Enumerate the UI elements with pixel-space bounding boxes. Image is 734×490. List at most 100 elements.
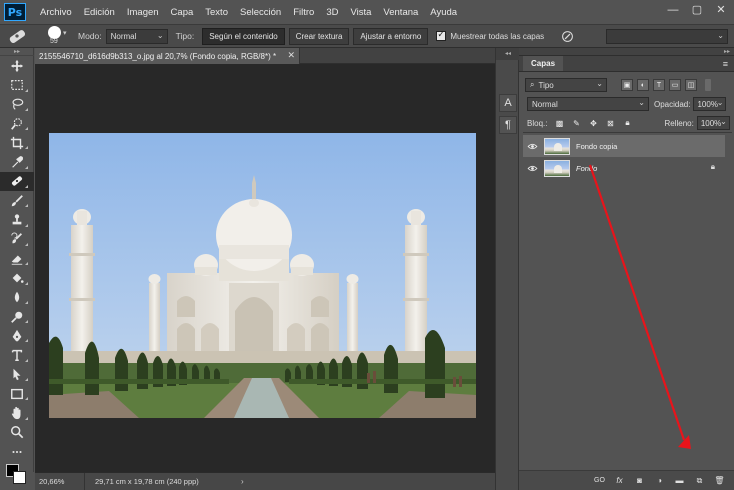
menu-archivo[interactable]: Archivo: [34, 7, 78, 18]
filter-smart-object-icon[interactable]: ◫: [685, 79, 697, 91]
brush-size-value: 59: [50, 38, 58, 45]
chevron-right-icon[interactable]: ›: [241, 477, 244, 486]
visibility-toggle[interactable]: [523, 165, 541, 172]
sample-all-layers-checkbox[interactable]: [436, 29, 447, 41]
menu-capa[interactable]: Capa: [165, 7, 200, 18]
lock-transparent-pixels-icon[interactable]: ▩: [554, 118, 564, 128]
paragraph-panel-button[interactable]: ¶: [499, 116, 517, 134]
layer-fondo[interactable]: Fondo 🔒︎: [523, 157, 725, 179]
crop-tool[interactable]: [0, 133, 34, 152]
filter-toggle-switch[interactable]: [705, 79, 711, 91]
fx-icon[interactable]: fx: [613, 474, 626, 487]
hand-tool[interactable]: [0, 403, 34, 422]
content-aware-button[interactable]: Según el contenido: [202, 27, 285, 45]
toolbar-grip[interactable]: ▸▸: [0, 48, 34, 56]
lasso-tool[interactable]: [0, 95, 34, 114]
dock-grip[interactable]: ◂◂: [496, 48, 520, 60]
filter-kind-select[interactable]: ⌕ Tipo ⌄: [525, 78, 607, 92]
link-icon[interactable]: GO: [593, 474, 606, 487]
document-canvas-image[interactable]: [49, 133, 476, 418]
menu-texto[interactable]: Texto: [199, 7, 234, 18]
lock-image-pixels-icon[interactable]: ✎: [571, 118, 581, 128]
eyedropper-tool-icon: [12, 156, 24, 168]
quick-select-tool[interactable]: [0, 114, 34, 133]
lock-position-icon[interactable]: ✥: [588, 118, 598, 128]
adjustment-icon[interactable]: ◑: [653, 474, 666, 487]
lock-row: Bloq.: ▩ ✎ ✥ ⊠ 🔒︎ Relleno: 100% ⌄: [519, 116, 734, 130]
panel-tabs: Capas ≡: [519, 56, 734, 72]
lock-all-icon[interactable]: 🔒︎: [622, 118, 632, 128]
paint-bucket-tool[interactable]: [0, 268, 34, 287]
document-tab[interactable]: 2155546710_d616d9b313_o.jpg al 20,7% (Fo…: [35, 48, 300, 64]
create-texture-button[interactable]: Crear textura: [288, 27, 350, 45]
opacity-field[interactable]: 100% ⌄: [693, 97, 727, 111]
zoom-tool[interactable]: [0, 423, 34, 442]
panel-collapse-grip[interactable]: ▸▸: [519, 48, 734, 56]
menu-ayuda[interactable]: Ayuda: [424, 7, 463, 18]
marquee-tool-icon: [11, 79, 23, 90]
menu-ventana[interactable]: Ventana: [377, 7, 424, 18]
menu-seleccion[interactable]: Selección: [234, 7, 287, 18]
minimize-button[interactable]: —: [666, 4, 680, 16]
menu-imagen[interactable]: Imagen: [121, 7, 165, 18]
filter-type-icon[interactable]: T: [653, 79, 665, 91]
document-tab-title: 2155546710_d616d9b313_o.jpg al 20,7% (Fo…: [39, 51, 277, 61]
brush-tool[interactable]: [0, 191, 34, 210]
blend-mode-select[interactable]: Normal ⌄: [527, 97, 649, 111]
filter-adjustment-icon[interactable]: ◐: [637, 79, 649, 91]
blur-tool[interactable]: [0, 288, 34, 307]
eraser-tool[interactable]: [0, 249, 34, 268]
menu-edicion[interactable]: Edición: [78, 7, 121, 18]
eyedropper-tool[interactable]: [0, 152, 34, 171]
chevron-down-icon: ⌄: [156, 30, 164, 40]
filter-pixel-icon[interactable]: ▣: [621, 79, 633, 91]
pressure-size-button[interactable]: [558, 27, 576, 45]
mask-icon[interactable]: ◙: [633, 474, 646, 487]
mode-value: Normal: [110, 31, 137, 41]
type-tool[interactable]: [0, 345, 34, 364]
proximity-match-button[interactable]: Ajustar a entorno: [353, 27, 429, 45]
paragraph-panel-icon: ¶: [505, 119, 511, 131]
menu-3d[interactable]: 3D: [320, 7, 344, 18]
brush-picker[interactable]: 59 ▾: [42, 26, 68, 46]
filter-shape-icon[interactable]: ▭: [669, 79, 681, 91]
background-color-swatch[interactable]: [13, 471, 26, 484]
layers-panel: ▸▸ Capas ≡ ⌕ Tipo ⌄ ▣ ◐ T ▭ ◫ Normal ⌄ O…: [519, 48, 734, 490]
path-selection-icon: [13, 369, 21, 381]
chevron-down-icon: ▾: [63, 30, 67, 37]
panel-menu-icon[interactable]: ≡: [723, 59, 728, 69]
marquee-tool[interactable]: [0, 75, 34, 94]
history-brush-tool[interactable]: [0, 230, 34, 249]
character-panel-button[interactable]: A: [499, 94, 517, 112]
crop-tool-icon: [10, 136, 24, 149]
dodge-tool[interactable]: [0, 307, 34, 326]
spot-healing-brush-tool[interactable]: [0, 171, 34, 192]
photoshop-logo: Ps: [4, 3, 26, 21]
clone-stamp-tool[interactable]: [0, 210, 34, 229]
mode-select[interactable]: Normal ⌄: [105, 28, 168, 44]
menu-filtro[interactable]: Filtro: [287, 7, 320, 18]
maximize-button[interactable]: ▢: [690, 3, 704, 16]
visibility-toggle[interactable]: [523, 143, 541, 150]
new-layer-icon[interactable]: ⧉: [693, 474, 706, 487]
zoom-level-field[interactable]: 20,66%: [35, 472, 85, 490]
pen-tool[interactable]: [0, 326, 34, 345]
layers-list: Fondo copia Fondo 🔒︎: [523, 132, 732, 462]
workspace-select[interactable]: ⌄: [606, 29, 728, 44]
color-swatches[interactable]: [6, 464, 30, 486]
path-selection-tool[interactable]: [0, 365, 34, 384]
menu-vista[interactable]: Vista: [344, 7, 377, 18]
lock-artboard-icon[interactable]: ⊠: [605, 118, 615, 128]
more-tools[interactable]: [0, 442, 34, 461]
rectangle-tool[interactable]: [0, 384, 34, 403]
group-folder-icon[interactable]: ▬: [673, 474, 686, 487]
tool-preset-picker[interactable]: [6, 27, 28, 45]
close-icon[interactable]: ✕: [287, 50, 295, 61]
close-window-button[interactable]: ✕: [714, 3, 728, 16]
trash-icon[interactable]: 🗑︎: [713, 474, 726, 487]
fill-field[interactable]: 100% ⌄: [696, 116, 730, 130]
tab-capas[interactable]: Capas: [523, 56, 564, 71]
layer-filter-row: ⌕ Tipo ⌄ ▣ ◐ T ▭ ◫: [519, 78, 734, 92]
move-tool[interactable]: [0, 56, 34, 75]
layer-fondo-copia[interactable]: Fondo copia: [523, 135, 725, 157]
